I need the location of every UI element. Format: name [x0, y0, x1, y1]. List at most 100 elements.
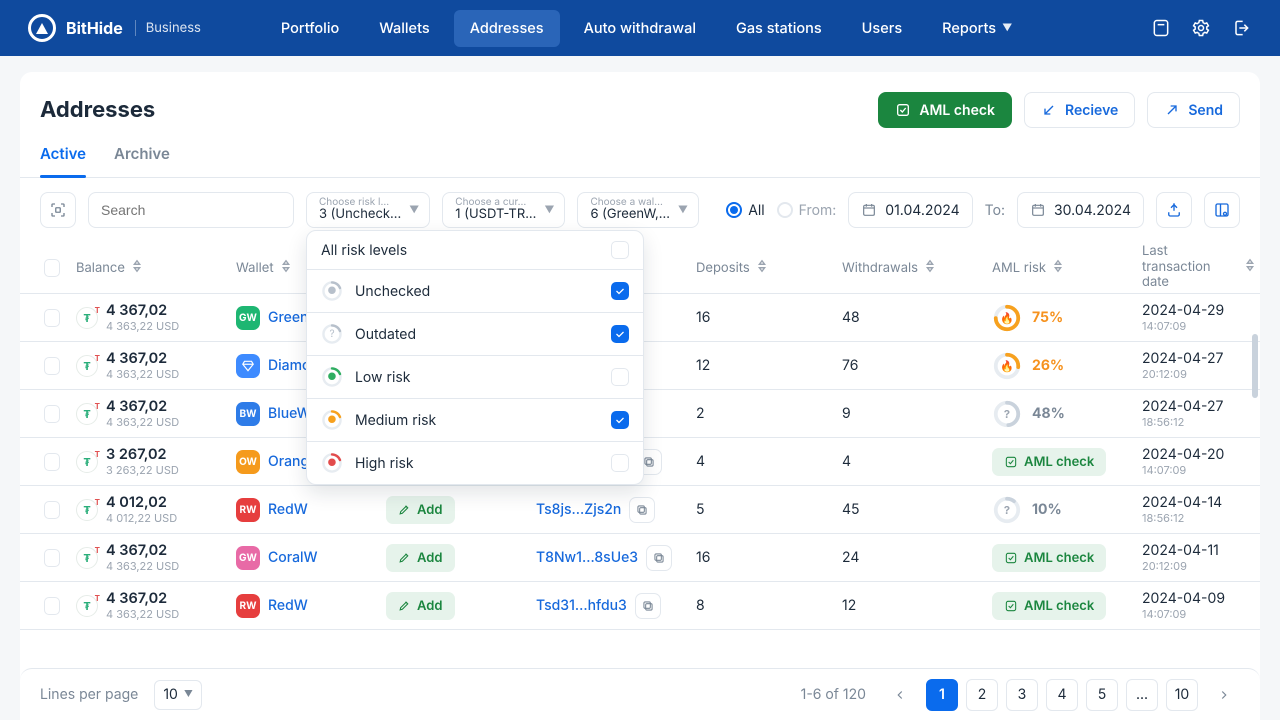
row-checkbox[interactable] [44, 549, 60, 567]
col-last-date[interactable]: Last transaction date [1134, 244, 1260, 291]
send-button[interactable]: Send [1147, 92, 1240, 128]
aml-check-chip[interactable]: AML check [992, 448, 1106, 476]
col-balance[interactable]: Balance [68, 259, 228, 277]
page-5[interactable]: 5 [1086, 679, 1118, 711]
copy-address-button[interactable] [629, 497, 655, 523]
page-10[interactable]: 10 [1166, 679, 1198, 711]
nav-item-auto-withdrawal[interactable]: Auto withdrawal [568, 10, 712, 47]
calculator-icon[interactable] [1150, 17, 1172, 39]
wallet-icon: GW [236, 306, 260, 330]
aml-check-chip[interactable]: AML check [992, 592, 1106, 620]
chevron-down-icon: ▼ [544, 204, 554, 216]
row-checkbox[interactable] [44, 405, 60, 423]
risk-option-unchecked[interactable]: ● Unchecked [307, 269, 643, 312]
nav-item-reports[interactable]: Reports▼ [926, 10, 1028, 47]
aml-check-button-label: AML check [919, 102, 995, 119]
search-field[interactable] [99, 201, 284, 219]
wallet-select[interactable]: Choose a wal... 6 (GreenW,... ▼ [577, 192, 699, 228]
withdrawals-value: 76 [834, 357, 984, 374]
aml-check-button[interactable]: AML check [878, 92, 1012, 128]
nav-item-wallets[interactable]: Wallets [363, 10, 445, 47]
select-all-checkbox[interactable] [44, 259, 60, 277]
aml-gauge-icon: ? [992, 399, 1022, 429]
checkbox[interactable] [611, 411, 629, 429]
balance-usd: 3 263,22 USD [106, 463, 179, 477]
row-checkbox[interactable] [44, 357, 60, 375]
row-checkbox[interactable] [44, 501, 60, 519]
tab-active[interactable]: Active [40, 144, 86, 177]
checkbox[interactable] [611, 325, 629, 343]
risk-option-low-risk[interactable]: ● Low risk [307, 355, 643, 398]
page-next[interactable] [1208, 679, 1240, 711]
checkbox[interactable] [611, 368, 629, 386]
qr-scan-button[interactable] [40, 192, 76, 228]
page-2[interactable]: 2 [966, 679, 998, 711]
add-comment-button[interactable]: Add [386, 592, 455, 620]
wallet-link[interactable]: BlueW [268, 405, 311, 422]
checkbox[interactable] [611, 282, 629, 300]
checkbox[interactable] [611, 454, 629, 472]
risk-option-outdated[interactable]: ? Outdated [307, 312, 643, 355]
search-input[interactable] [88, 192, 294, 228]
add-comment-button[interactable]: Add [386, 544, 455, 572]
address-link[interactable]: Tsd31...hfdu3 [536, 597, 627, 614]
page-1[interactable]: 1 [926, 679, 958, 711]
nav-right [1150, 17, 1252, 39]
col-aml-risk[interactable]: AML risk [984, 259, 1134, 277]
risk-option-medium-risk[interactable]: ● Medium risk [307, 398, 643, 441]
row-checkbox[interactable] [44, 309, 60, 327]
checkbox[interactable] [611, 241, 629, 259]
risk-option-all[interactable]: All risk levels [307, 231, 643, 269]
settings-icon[interactable] [1190, 17, 1212, 39]
balance-value: 4 367,02 [106, 542, 179, 559]
row-checkbox[interactable] [44, 453, 60, 471]
copy-address-button[interactable] [646, 545, 672, 571]
tab-archive[interactable]: Archive [114, 144, 170, 177]
risk-option-high-risk[interactable]: ● High risk [307, 441, 643, 484]
export-button[interactable] [1156, 192, 1192, 228]
wallet-link[interactable]: RedW [268, 597, 308, 614]
currency-select[interactable]: Choose a cur... 1 (USDT-TR... ▼ [442, 192, 565, 228]
address-link[interactable]: Ts8js...Zjs2n [536, 501, 621, 518]
col-deposits[interactable]: Deposits [688, 259, 834, 277]
page-4[interactable]: 4 [1046, 679, 1078, 711]
last-tx-time: 18:56:12 [1142, 415, 1223, 429]
aml-gauge-icon: ? [992, 495, 1022, 525]
risk-select[interactable]: Choose risk l... 3 (Uncheck... ▼ [306, 192, 430, 228]
range-radio-all[interactable]: All [726, 202, 764, 219]
nav-item-portfolio[interactable]: Portfolio [265, 10, 355, 47]
wallet-icon: GW [236, 546, 260, 570]
col-withdrawals[interactable]: Withdrawals [834, 259, 984, 277]
from-date-input[interactable]: 01.04.2024 [848, 192, 972, 228]
logout-icon[interactable] [1230, 17, 1252, 39]
pager: 1-6 of 120 12345...10 [801, 679, 1240, 711]
aml-gauge-icon: 🔥 [992, 303, 1022, 333]
to-date-input[interactable]: 30.04.2024 [1017, 192, 1144, 228]
currency-select-label: Choose a cur... [455, 197, 536, 207]
copy-address-button[interactable] [635, 593, 661, 619]
risk-level-icon: ● [321, 280, 343, 302]
nav-item-users[interactable]: Users [846, 10, 918, 47]
aml-check-chip[interactable]: AML check [992, 544, 1106, 572]
nav-item-addresses[interactable]: Addresses [454, 10, 560, 47]
address-link[interactable]: T8Nw1...8sUe3 [536, 549, 638, 566]
page-ellipsis[interactable]: ... [1126, 679, 1158, 711]
row-checkbox[interactable] [44, 597, 60, 615]
page-3[interactable]: 3 [1006, 679, 1038, 711]
nav-item-gas-stations[interactable]: Gas stations [720, 10, 838, 47]
receive-button[interactable]: Recieve [1024, 92, 1135, 128]
last-tx-date: 2024-04-14 [1142, 494, 1222, 511]
wallet-link[interactable]: RedW [268, 501, 308, 518]
last-tx-time: 14:07:09 [1142, 463, 1224, 477]
add-comment-button[interactable]: Add [386, 496, 455, 524]
lines-per-page-select[interactable]: 10 ▼ [154, 680, 202, 710]
page-prev[interactable] [884, 679, 916, 711]
deposits-value: 16 [688, 549, 834, 566]
last-tx-date: 2024-04-27 [1142, 398, 1223, 415]
last-tx-date: 2024-04-27 [1142, 350, 1223, 367]
withdrawals-value: 45 [834, 501, 984, 518]
columns-button[interactable] [1204, 192, 1240, 228]
range-radio-from[interactable]: From: [777, 202, 837, 219]
wallet-link[interactable]: CoralW [268, 549, 318, 566]
scrollbar-thumb[interactable] [1252, 334, 1258, 398]
